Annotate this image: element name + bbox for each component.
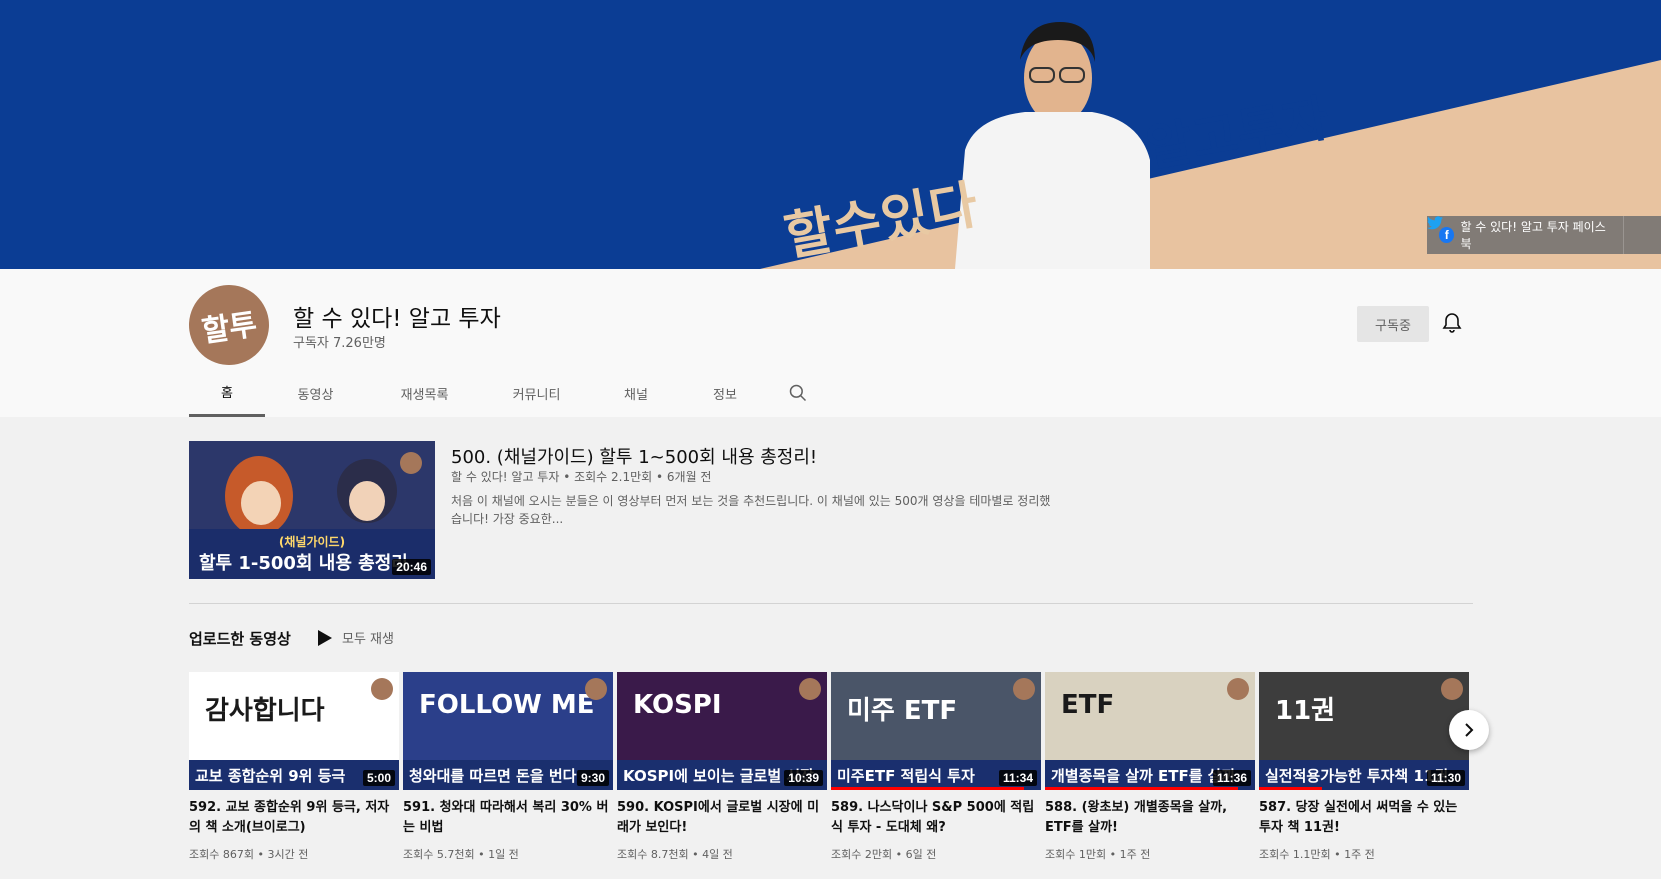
video-duration: 10:39 xyxy=(784,770,823,786)
video-thumbnail[interactable]: FOLLOW ME 청와대를 따르면 돈을 번다 9:30 xyxy=(403,672,613,790)
video-meta: 조회수 1.1만회 • 1주 전 xyxy=(1259,848,1375,861)
play-icon xyxy=(318,629,332,646)
facebook-link-label: 할 수 있다! 알고 투자 페이스북 xyxy=(1460,220,1606,251)
tab-community[interactable]: 커뮤니티 xyxy=(483,369,590,417)
video-meta: 조회수 8.7천회 • 4일 전 xyxy=(617,848,733,861)
featured-video-description: 처음 이 채널에 오시는 분들은 이 영상부터 먼저 보는 것을 추천드립니다.… xyxy=(451,494,1051,526)
featured-video-title[interactable]: 500. (채널가이드) 할투 1~500회 내용 총정리! xyxy=(451,443,817,469)
video-thumbnail[interactable]: KOSPI KOSPI에 보이는 글로벌 시장 10:39 xyxy=(617,672,827,790)
channel-header: 할투 할 수 있다! 알고 투자 구독자 7.26만명 구독중 홈 동영상 재생… xyxy=(0,269,1661,417)
bell-icon[interactable] xyxy=(1440,311,1464,335)
facebook-link[interactable]: f 할 수 있다! 알고 투자 페이스북 xyxy=(1427,216,1625,254)
thumbnail-headline: KOSPI xyxy=(633,690,722,720)
subscribe-button[interactable]: 구독중 xyxy=(1357,306,1429,342)
video-card[interactable]: 감사합니다 교보 종합순위 9위 등극 5:00 592. 교보 종합순위 9위 등극… xyxy=(189,672,399,862)
video-thumbnail[interactable]: 11권 실전적용가능한 투자책 11권 11:30 xyxy=(1259,672,1469,790)
channel-badge-icon xyxy=(799,678,821,700)
play-all-button[interactable]: 모두 재생 xyxy=(318,628,394,647)
channel-name: 할 수 있다! 알고 투자 xyxy=(293,306,501,332)
tab-about[interactable]: 정보 xyxy=(682,369,768,417)
tab-playlists[interactable]: 재생목록 xyxy=(366,369,483,417)
channel-search-button[interactable] xyxy=(768,369,828,417)
featured-thumb-main: 할투 1-500회 내용 총정리 xyxy=(199,553,408,574)
video-meta: 조회수 5.7천회 • 1일 전 xyxy=(403,848,519,861)
video-meta: 조회수 2만회 • 6일 전 xyxy=(831,848,937,861)
social-links: f 할 수 있다! 알고 투자 페이스북 xyxy=(1427,216,1661,254)
video-thumbnail[interactable]: ETF 개별종목을 살까 ETF를 살까 11:36 xyxy=(1045,672,1255,790)
video-card[interactable]: FOLLOW ME 청와대를 따르면 돈을 번다 9:30 591. 청와대 따라해서… xyxy=(403,672,613,862)
video-meta: 조회수 867회 • 3시간 전 xyxy=(189,848,309,861)
subscriber-count: 구독자 7.26만명 xyxy=(293,336,386,351)
twitter-icon xyxy=(1427,216,1443,230)
play-all-label: 모두 재생 xyxy=(342,632,394,647)
channel-tabs: 홈 동영상 재생목록 커뮤니티 채널 정보 xyxy=(189,369,828,417)
channel-badge-icon xyxy=(371,678,393,700)
uploads-section-title[interactable]: 업로드한 동영상 xyxy=(189,628,291,649)
video-title[interactable]: 592. 교보 종합순위 9위 등극, 저자의 책 소개(브이로그) xyxy=(189,798,399,838)
featured-video-thumbnail[interactable]: (채널가이드) 할투 1-500회 내용 총정리 20:46 xyxy=(189,441,435,579)
channel-badge-icon xyxy=(1441,678,1463,700)
tab-videos[interactable]: 동영상 xyxy=(265,369,366,417)
thumbnail-headline: 미주 ETF xyxy=(847,696,958,726)
video-meta: 조회수 1만회 • 1주 전 xyxy=(1045,848,1151,861)
video-card[interactable]: 미주 ETF 미주ETF 적립식 투자 11:34 589. 나스닥이나 S&P 50… xyxy=(831,672,1041,862)
video-duration: 9:30 xyxy=(576,770,609,786)
section-divider xyxy=(189,603,1473,604)
video-thumbnail[interactable]: 감사합니다 교보 종합순위 9위 등극 5:00 xyxy=(189,672,399,790)
thumbnail-headline: 11권 xyxy=(1275,696,1336,726)
tab-channels[interactable]: 채널 xyxy=(590,369,682,417)
video-duration: 11:30 xyxy=(1426,770,1465,786)
video-duration: 11:34 xyxy=(998,770,1037,786)
avatar-text: 할투 xyxy=(199,307,260,350)
thumbnail-headline: FOLLOW ME xyxy=(419,690,595,720)
video-duration: 5:00 xyxy=(362,770,395,786)
channel-banner: 할수있다 알고투자 f 할 수 있다! 알고 투자 페이스북 xyxy=(0,0,1661,269)
watch-progress-bar xyxy=(831,787,1025,790)
video-thumbnail[interactable]: 미주 ETF 미주ETF 적립식 투자 11:34 xyxy=(831,672,1041,790)
video-title[interactable]: 591. 청와대 따라해서 복리 30% 버는 비법 xyxy=(403,798,613,838)
channel-badge-icon xyxy=(1227,678,1249,700)
video-title[interactable]: 590. KOSPI에서 글로벌 시장에 미래가 보인다! xyxy=(617,798,827,838)
video-title[interactable]: 589. 나스닥이나 S&P 500에 적립식 투자 - 도대체 왜? xyxy=(831,798,1041,838)
thumbnail-headline: ETF xyxy=(1061,690,1115,720)
video-title[interactable]: 587. 당장 실전에서 써먹을 수 있는 투자 책 11권! xyxy=(1259,798,1469,838)
featured-duration: 20:46 xyxy=(392,559,431,575)
chevron-right-icon xyxy=(1465,723,1474,737)
search-icon xyxy=(789,384,807,402)
channel-badge-icon xyxy=(585,678,607,700)
video-title[interactable]: 588. (왕초보) 개별종목을 살까, ETF를 살까! xyxy=(1045,798,1255,838)
avatar[interactable]: 할투 xyxy=(183,279,275,371)
video-card[interactable]: ETF 개별종목을 살까 ETF를 살까 11:36 588. (왕초보) 개별종목을… xyxy=(1045,672,1255,862)
thumbnail-headline: 감사합니다 xyxy=(205,696,325,726)
featured-thumb-sub: (채널가이드) xyxy=(278,535,346,549)
watch-progress-bar xyxy=(1045,787,1239,790)
video-card[interactable]: 11권 실전적용가능한 투자책 11권 11:30 587. 당장 실전에서 써먹을 … xyxy=(1259,672,1469,862)
twitter-link[interactable] xyxy=(1427,216,1661,254)
watch-progress-bar xyxy=(1259,787,1322,790)
next-arrow-button[interactable] xyxy=(1449,710,1489,750)
channel-badge-icon xyxy=(1013,678,1035,700)
video-card[interactable]: KOSPI KOSPI에 보이는 글로벌 시장 10:39 590. KOSPI에서 … xyxy=(617,672,827,862)
tab-home[interactable]: 홈 xyxy=(189,369,265,417)
featured-video-meta: 할 수 있다! 알고 투자 • 조회수 2.1만회 • 6개월 전 xyxy=(451,470,712,484)
video-duration: 11:36 xyxy=(1212,770,1251,786)
